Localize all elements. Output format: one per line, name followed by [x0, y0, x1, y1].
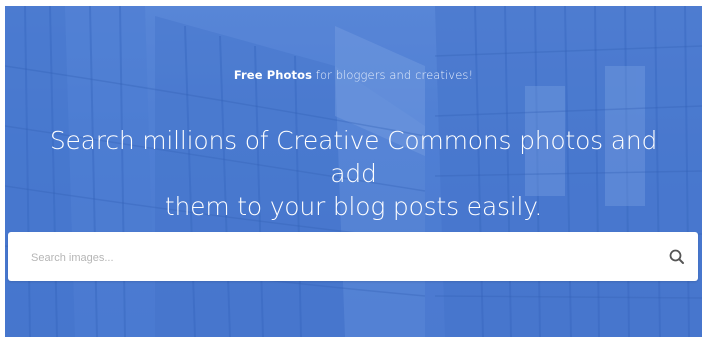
search-button[interactable] — [666, 246, 688, 268]
tagline-emphasis: Free Photos — [233, 68, 313, 82]
search-bar — [8, 232, 698, 283]
hero-tagline: Free Photos for bloggers and creatives! — [5, 68, 702, 82]
hero-banner: Free Photos for bloggers and creatives! … — [5, 6, 702, 337]
search-icon — [669, 249, 684, 264]
headline-line-2: them to your blog posts easily. — [164, 192, 543, 221]
hero-headline: Search millions of Creative Commons phot… — [45, 124, 662, 223]
headline-line-1: Search millions of Creative Commons phot… — [49, 126, 658, 188]
tagline-text: for bloggers and creatives! — [312, 68, 474, 82]
search-input[interactable] — [29, 232, 633, 283]
